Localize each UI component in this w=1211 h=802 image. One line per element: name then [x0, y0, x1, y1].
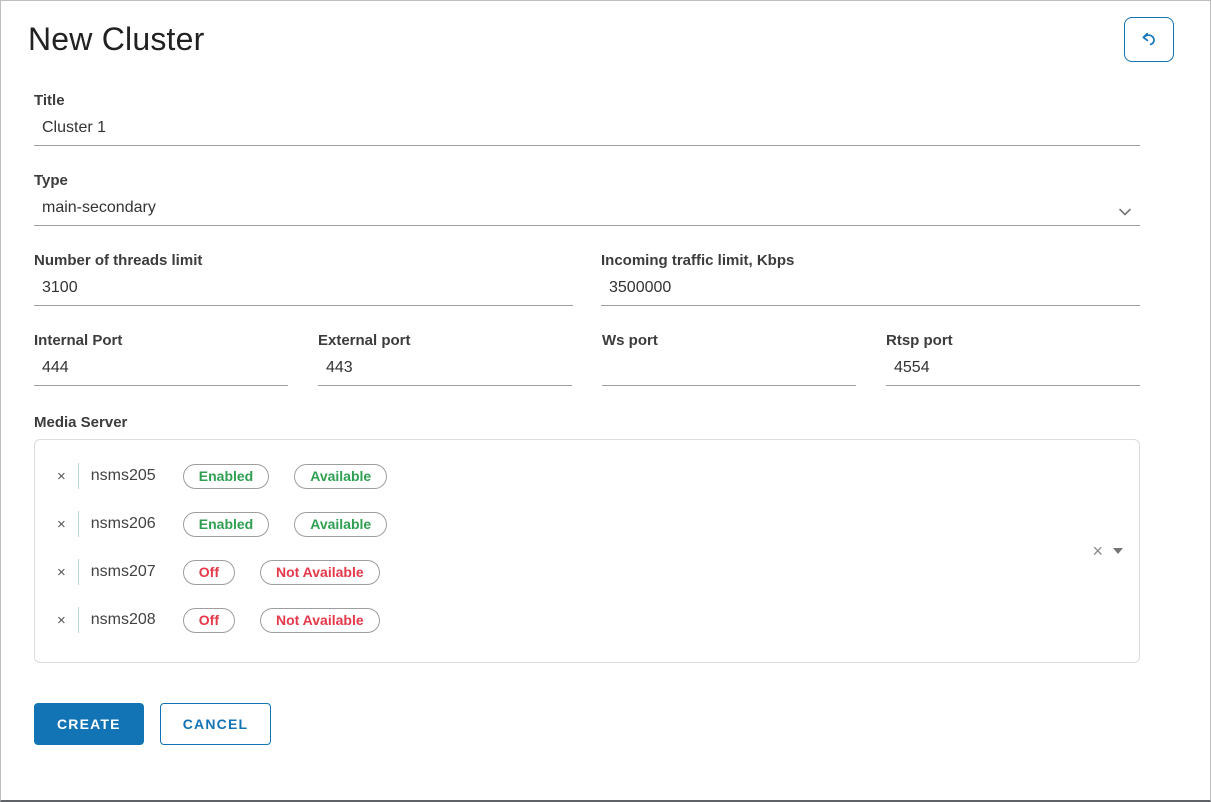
- chip-divider: [78, 511, 79, 537]
- media-server-row: × nsms208 Off Not Available: [53, 596, 1079, 644]
- field-internal-port: Internal Port: [34, 332, 288, 386]
- media-server-box[interactable]: × nsms205 Enabled Available × nsms206 Enabled A…: [34, 439, 1140, 663]
- type-select[interactable]: [34, 195, 1140, 226]
- media-server-controls: ×: [1092, 542, 1123, 560]
- media-server-row: × nsms205 Enabled Available: [53, 452, 1079, 500]
- server-state-badge: Enabled: [183, 464, 269, 489]
- field-rtsp-port: Rtsp port: [886, 332, 1140, 386]
- chip-divider: [78, 607, 79, 633]
- threads-limit-input[interactable]: [34, 275, 573, 306]
- media-server-row: × nsms206 Enabled Available: [53, 500, 1079, 548]
- remove-server-icon[interactable]: ×: [53, 467, 70, 486]
- ws-port-label: Ws port: [602, 332, 856, 349]
- rtsp-port-input[interactable]: [886, 355, 1140, 386]
- title-input[interactable]: [34, 115, 1140, 146]
- internal-port-input[interactable]: [34, 355, 288, 386]
- internal-port-label: Internal Port: [34, 332, 288, 349]
- remove-server-icon[interactable]: ×: [53, 563, 70, 582]
- chevron-down-icon[interactable]: [1118, 204, 1132, 214]
- undo-arrow-icon: [1137, 28, 1161, 52]
- field-type: Type: [34, 172, 1140, 226]
- server-availability-badge: Not Available: [260, 560, 380, 585]
- page-title: New Cluster: [28, 21, 204, 58]
- external-port-label: External port: [318, 332, 572, 349]
- page-header: New Cluster: [1, 1, 1210, 62]
- caret-down-icon[interactable]: [1113, 548, 1123, 554]
- chip-divider: [78, 559, 79, 585]
- chip-divider: [78, 463, 79, 489]
- server-state-badge: Off: [183, 608, 235, 633]
- server-name: nsms205: [91, 467, 161, 485]
- new-cluster-form: Title Type Number of threads limit Incom…: [1, 62, 1210, 745]
- server-name: nsms208: [91, 611, 161, 629]
- media-server-rows: × nsms205 Enabled Available × nsms206 Enabled A…: [53, 452, 1079, 644]
- back-button[interactable]: [1124, 17, 1174, 62]
- field-title: Title: [34, 92, 1140, 146]
- threads-limit-label: Number of threads limit: [34, 252, 573, 269]
- form-actions: CREATE CANCEL: [34, 703, 1140, 745]
- external-port-input[interactable]: [318, 355, 572, 386]
- field-ws-port: Ws port: [602, 332, 856, 386]
- media-server-row: × nsms207 Off Not Available: [53, 548, 1079, 596]
- clear-all-icon[interactable]: ×: [1092, 542, 1103, 560]
- cancel-button[interactable]: CANCEL: [160, 703, 272, 745]
- traffic-limit-input[interactable]: [601, 275, 1140, 306]
- field-external-port: External port: [318, 332, 572, 386]
- server-state-badge: Off: [183, 560, 235, 585]
- remove-server-icon[interactable]: ×: [53, 611, 70, 630]
- server-name: nsms206: [91, 515, 161, 533]
- create-button[interactable]: CREATE: [34, 703, 144, 745]
- traffic-limit-label: Incoming traffic limit, Kbps: [601, 252, 1140, 269]
- remove-server-icon[interactable]: ×: [53, 515, 70, 534]
- field-media-server: Media Server × nsms205 Enabled Available × ns…: [34, 414, 1140, 663]
- type-label: Type: [34, 172, 1140, 189]
- rtsp-port-label: Rtsp port: [886, 332, 1140, 349]
- server-availability-badge: Available: [294, 512, 387, 537]
- server-name: nsms207: [91, 563, 161, 581]
- ws-port-input[interactable]: [602, 355, 856, 386]
- server-availability-badge: Not Available: [260, 608, 380, 633]
- server-availability-badge: Available: [294, 464, 387, 489]
- title-label: Title: [34, 92, 1140, 109]
- server-state-badge: Enabled: [183, 512, 269, 537]
- media-server-label: Media Server: [34, 414, 1140, 431]
- field-threads-limit: Number of threads limit: [34, 252, 573, 306]
- field-traffic-limit: Incoming traffic limit, Kbps: [601, 252, 1140, 306]
